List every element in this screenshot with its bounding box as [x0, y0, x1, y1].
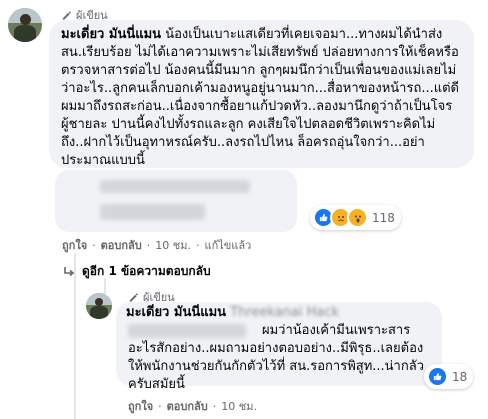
like-button[interactable]: ถูกใจ	[62, 236, 87, 254]
reactions-count: 18	[452, 369, 468, 384]
timestamp[interactable]: 10 ชม.	[155, 236, 191, 254]
pen-icon	[62, 10, 72, 20]
view-more-replies-link[interactable]: ดูอีก 1 ข้อความตอบกลับ	[62, 262, 211, 281]
pen-icon	[129, 292, 139, 302]
like-button[interactable]: ถูกใจ	[128, 397, 153, 415]
wow-reaction-icon	[347, 207, 368, 228]
avatar[interactable]	[86, 293, 112, 319]
author-name[interactable]: มะเดี่ยว มันนี่แมน	[126, 305, 226, 320]
avatar[interactable]	[8, 8, 42, 42]
reactions-summary[interactable]: 118	[310, 205, 401, 230]
timestamp[interactable]: 10 ชม.	[221, 397, 257, 415]
like-reaction-icon	[427, 366, 448, 387]
view-more-replies-label: ดูอีก 1 ข้อความตอบกลับ	[82, 264, 211, 278]
reactions-count: 118	[372, 210, 395, 225]
reply-button[interactable]: ตอบกลับ	[101, 236, 142, 254]
comment-bubble: มะเดี่ยว มันนี่แมน Threekanai Hack ผมว่า…	[116, 302, 442, 392]
reply-arrow-icon	[64, 266, 75, 276]
comment-text: ผมว่าน้องเค้ามีนเพราะสารอะไรสักอย่าง..ผม…	[128, 323, 424, 392]
thread-line	[104, 278, 106, 294]
comment-text: น้องเป็นเบาะแสเดียวที่เคยเจอมา...ทางผมได…	[61, 27, 459, 168]
blurred-name	[100, 180, 250, 193]
blurred-text	[100, 204, 205, 220]
comment-bubble	[55, 170, 297, 232]
reply-button[interactable]: ตอบกลับ	[167, 397, 208, 415]
comment-actions: ถูกใจ · ตอบกลับ · 10 ชม.	[128, 397, 257, 415]
author-name[interactable]: มะเดี่ยว มันนี่แมน	[61, 27, 161, 42]
comment-bubble: มะเดี่ยว มันนี่แมน น้องเป็นเบาะแสเดียวที…	[49, 20, 474, 168]
comment-actions: ถูกใจ · ตอบกลับ · 10 ชม. · แก้ไขแล้ว	[62, 236, 251, 254]
mention-text[interactable]: Threekanai Hack	[230, 305, 339, 320]
edited-label[interactable]: แก้ไขแล้ว	[204, 236, 251, 254]
reactions-summary[interactable]: 18	[424, 364, 474, 389]
thread-line	[74, 262, 76, 419]
